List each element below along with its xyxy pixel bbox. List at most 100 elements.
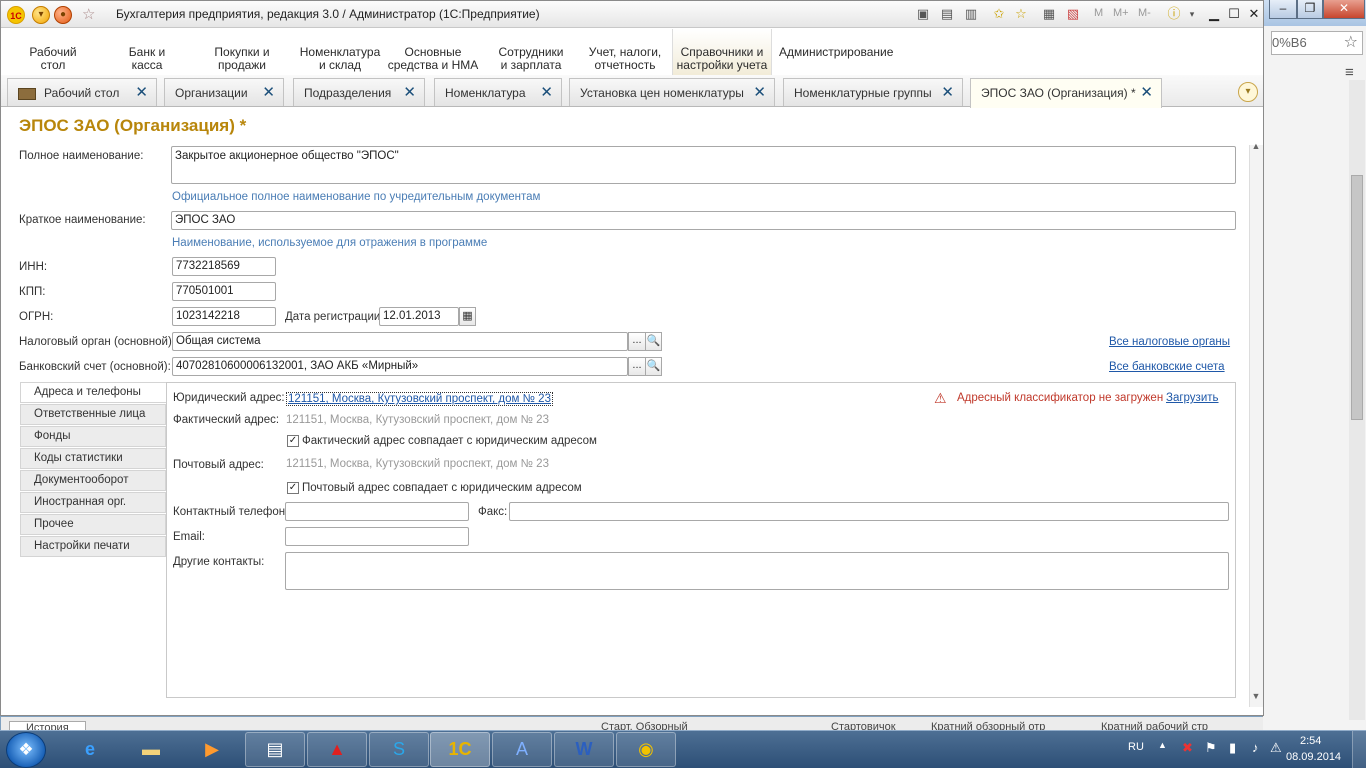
menu-icon[interactable]: ≡ — [1345, 64, 1354, 81]
tab-close-icon[interactable]: ✕ — [540, 79, 553, 107]
clock-time[interactable]: 2:54 — [1300, 735, 1321, 747]
volume-icon[interactable]: ♪ — [1252, 740, 1259, 755]
section-bank[interactable]: Банк и касса — [111, 29, 183, 75]
form-scrollbar[interactable] — [1249, 145, 1263, 707]
other-contacts-field[interactable] — [285, 552, 1229, 590]
memory-m-button[interactable]: M — [1094, 7, 1103, 19]
tab-close-icon[interactable]: ✕ — [403, 79, 416, 107]
1c-taskbar-icon[interactable]: 1С — [430, 732, 490, 767]
postal-address-checkbox[interactable]: ✓ — [287, 482, 299, 494]
section-directories[interactable]: Справочники и настройки учета — [672, 29, 772, 75]
memory-plus-button[interactable]: M+ — [1113, 7, 1129, 19]
bg-minimize-button[interactable]: – — [1269, 0, 1297, 19]
bank-account-field[interactable]: 40702810600006132001, ЗАО АКБ «Мирный» — [172, 357, 628, 376]
page-tab-print-settings[interactable]: Настройки печати — [20, 536, 166, 557]
media-player-icon[interactable]: ▶ — [182, 732, 242, 767]
tab-close-icon[interactable]: ✕ — [262, 79, 275, 107]
fax-field[interactable] — [509, 502, 1229, 521]
short-name-field[interactable]: ЭПОС ЗАО — [171, 211, 1236, 230]
word-icon[interactable]: W — [554, 732, 614, 767]
notification-icon[interactable]: ⚠ — [1270, 740, 1282, 756]
bg-close-button[interactable]: ✕ — [1323, 0, 1365, 19]
section-purchases[interactable]: Покупки и продажи — [201, 29, 283, 75]
all-tax-authorities-link[interactable]: Все налоговые органы — [1109, 336, 1230, 348]
section-nomenclature[interactable]: Номенклатура и склад — [295, 29, 385, 75]
1c-logo-icon[interactable]: 1С — [7, 6, 25, 24]
tab-departments[interactable]: Подразделения ✕ — [293, 78, 425, 106]
section-fixed-assets[interactable]: Основные средства и НМА — [387, 29, 479, 75]
calculator-icon[interactable]: ▦ — [1040, 5, 1058, 23]
bank-account-select-button[interactable]: ... — [628, 357, 646, 376]
section-taxes[interactable]: Учет, налоги, отчетность — [585, 29, 665, 75]
add-favorite-icon[interactable]: ✩ — [990, 5, 1008, 23]
tab-nomenclature[interactable]: Номенклатура ✕ — [434, 78, 562, 106]
home-icon[interactable]: ● — [54, 6, 72, 24]
page-tab-funds[interactable]: Фонды — [20, 426, 166, 447]
page-tab-document-flow[interactable]: Документооборот — [20, 470, 166, 491]
tax-authority-select-button[interactable]: ... — [628, 332, 646, 351]
section-desktop[interactable]: Рабочий стол — [15, 29, 91, 75]
page-tab-addresses[interactable]: Адреса и телефоны — [20, 382, 167, 403]
preview-icon[interactable]: ▥ — [962, 5, 980, 23]
info-dropdown-icon[interactable]: ▾ — [1183, 5, 1201, 23]
info-icon[interactable]: ⓘ — [1165, 5, 1183, 23]
tax-authority-search-icon[interactable]: 🔍 — [645, 332, 662, 351]
minimize-button[interactable]: ▁ — [1204, 4, 1224, 24]
maximize-button[interactable]: ☐ — [1224, 4, 1244, 24]
print-icon[interactable]: ▤ — [938, 5, 956, 23]
page-tab-statistics[interactable]: Коды статистики — [20, 448, 166, 469]
menu-dropdown-icon[interactable]: ▾ — [32, 6, 50, 24]
bg-address-bar[interactable]: 0%B6 ☆ — [1271, 31, 1363, 55]
tab-price-setting[interactable]: Установка цен номенклатуры ✕ — [569, 78, 775, 106]
actual-address-checkbox-label[interactable]: Фактический адрес совпадает с юридически… — [302, 435, 597, 447]
tab-desktop[interactable]: Рабочий стол ✕ — [7, 78, 157, 106]
word-doc-icon[interactable]: A — [492, 732, 552, 767]
email-field[interactable] — [285, 527, 469, 546]
page-tab-other[interactable]: Прочее — [20, 514, 166, 535]
postal-address-checkbox-label[interactable]: Почтовый адрес совпадает с юридическим а… — [302, 482, 582, 494]
inn-field[interactable]: 7732218569 — [172, 257, 276, 276]
tax-authority-field[interactable]: Общая система — [172, 332, 628, 351]
tab-close-icon[interactable]: ✕ — [135, 79, 148, 107]
kpp-field[interactable]: 770501001 — [172, 282, 276, 301]
calendar-icon[interactable]: ▧ — [1064, 5, 1082, 23]
tab-close-icon[interactable]: ✕ — [753, 79, 766, 107]
page-tab-responsible[interactable]: Ответственные лица — [20, 404, 166, 425]
start-button[interactable]: ❖ — [6, 732, 46, 768]
tab-close-icon[interactable]: ✕ — [941, 79, 954, 107]
calendar-button-icon[interactable]: ▦ — [459, 307, 476, 326]
reg-date-field[interactable]: 12.01.2013 — [379, 307, 459, 326]
section-administration[interactable]: Администрирование — [779, 29, 893, 75]
full-name-field[interactable]: Закрытое акционерное общество "ЭПОС" — [171, 146, 1236, 184]
show-desktop-button[interactable] — [1352, 731, 1366, 768]
skype-icon[interactable]: S — [369, 732, 429, 767]
network-icon[interactable]: ✖ — [1182, 740, 1193, 756]
tab-close-icon[interactable]: ✕ — [1140, 79, 1153, 107]
section-employees[interactable]: Сотрудники и зарплата — [495, 29, 567, 75]
tab-organization-epos[interactable]: ЭПОС ЗАО (Организация) * ✕ — [970, 78, 1162, 108]
taskbar-app-red-arrow-icon[interactable]: ▲ — [307, 732, 367, 767]
tab-nomenclature-groups[interactable]: Номенклатурные группы ✕ — [783, 78, 963, 106]
internet-explorer-icon[interactable]: e — [60, 732, 120, 767]
scroll-down-icon[interactable]: ▼ — [1249, 691, 1263, 707]
file-explorer-icon[interactable]: ▬ — [121, 732, 181, 767]
scroll-up-icon[interactable]: ▲ — [1249, 141, 1263, 157]
ogrn-field[interactable]: 1023142218 — [172, 307, 276, 326]
tab-organizations[interactable]: Организации ✕ — [164, 78, 284, 106]
load-classifier-link[interactable]: Загрузить — [1166, 392, 1219, 404]
all-bank-accounts-link[interactable]: Все банковские счета — [1109, 361, 1225, 373]
taskbar-app-icon[interactable]: ▤ — [245, 732, 305, 767]
save-icon[interactable]: ▣ — [914, 5, 932, 23]
memory-minus-button[interactable]: M- — [1138, 7, 1151, 19]
legal-address-link[interactable]: 121151, Москва, Кутузовский проспект, до… — [286, 392, 553, 406]
bookmark-star-icon[interactable]: ☆ — [1344, 35, 1358, 51]
bank-account-search-icon[interactable]: 🔍 — [645, 357, 662, 376]
language-indicator[interactable]: RU — [1128, 741, 1144, 753]
favorites-list-icon[interactable]: ☆ — [1012, 5, 1030, 23]
chrome-icon[interactable]: ◉ — [616, 732, 676, 767]
favorites-star-icon[interactable]: ☆ — [82, 5, 95, 23]
flag-icon[interactable]: ⚑ — [1205, 740, 1217, 756]
bg-restore-button[interactable]: ❐ — [1297, 0, 1323, 19]
power-icon[interactable]: ▮ — [1229, 740, 1236, 756]
clock-date[interactable]: 08.09.2014 — [1286, 751, 1341, 763]
